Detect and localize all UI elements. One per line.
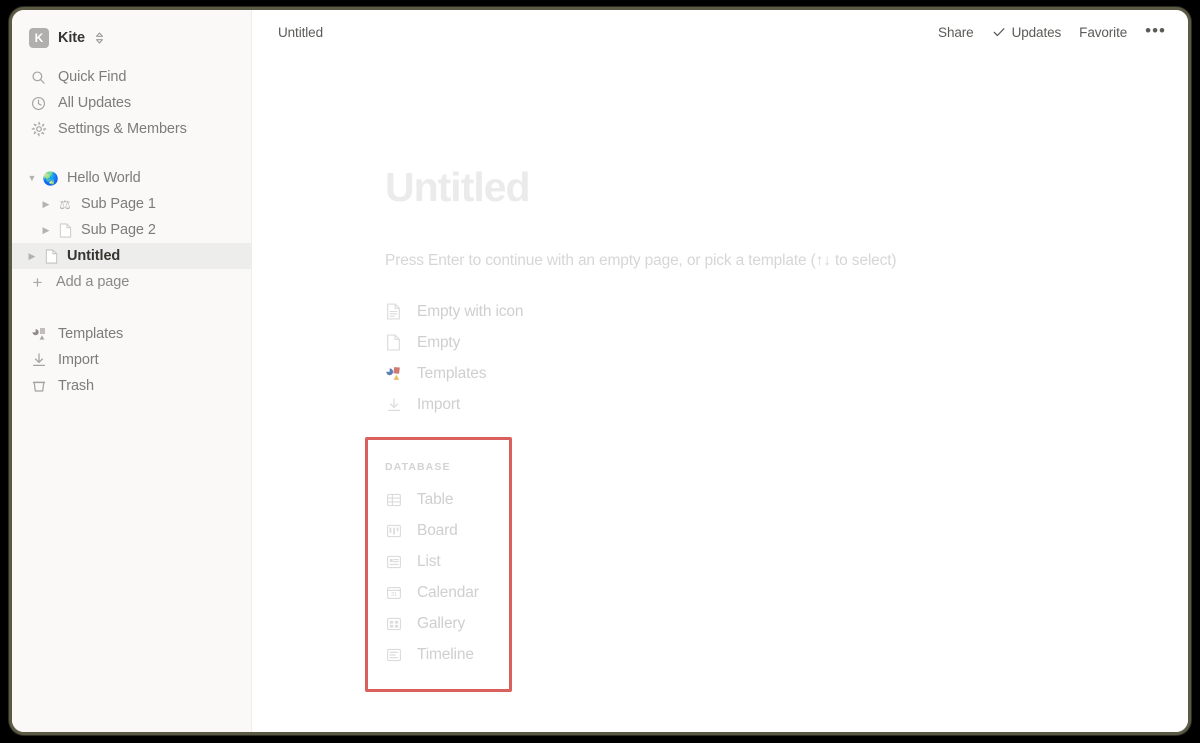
option-label: Board	[417, 521, 458, 539]
templates-color-icon	[385, 365, 402, 382]
option-label: Templates	[417, 364, 487, 382]
option-board[interactable]: Board	[385, 515, 512, 546]
table-icon	[385, 492, 402, 508]
sidebar-item-label: Import	[58, 352, 99, 368]
option-label: Gallery	[417, 614, 466, 632]
tree-item-sub-page-1[interactable]: ▶ ⚖ Sub Page 1	[12, 191, 251, 217]
tree-item-label: Sub Page 2	[81, 222, 156, 238]
chevron-right-icon[interactable]: ▶	[26, 251, 38, 261]
page-icon	[42, 248, 60, 264]
sidebar-bottom-nav: Templates Import Trash	[12, 321, 251, 399]
globe-emoji-icon: 🌏	[42, 170, 60, 186]
chevron-right-icon[interactable]: ▶	[40, 225, 52, 235]
sidebar: K Kite Quick Find All Updates Settings &…	[12, 10, 252, 732]
board-icon	[385, 523, 402, 539]
tree-item-label: Untitled	[67, 248, 121, 264]
tree-item-hello-world[interactable]: ▼ 🌏 Hello World	[12, 165, 251, 191]
timeline-icon	[385, 647, 402, 663]
sidebar-item-label: Templates	[58, 326, 124, 342]
share-label: Share	[938, 24, 974, 40]
database-section-label: DATABASE	[385, 461, 451, 473]
sidebar-item-label: Settings & Members	[58, 121, 187, 137]
sidebar-item-import[interactable]: Import	[12, 347, 251, 373]
app-window: K Kite Quick Find All Updates Settings &…	[9, 7, 1191, 735]
gear-icon	[30, 121, 47, 137]
plus-icon: +	[32, 272, 43, 292]
option-empty-with-icon[interactable]: Empty with icon	[385, 296, 1188, 327]
page-tree: ▼ 🌏 Hello World ▶ ⚖ Sub Page 1 ▶ Sub Pag…	[12, 165, 251, 295]
balance-scale-emoji-icon: ⚖	[59, 196, 71, 212]
option-label: Empty	[417, 333, 461, 351]
main-content: Untitled Share Updates Favorite ••• Unti…	[252, 10, 1188, 732]
sidebar-item-label: Quick Find	[58, 69, 127, 85]
option-list[interactable]: List	[385, 546, 512, 577]
option-calendar[interactable]: 31 Calendar	[385, 577, 512, 608]
page-lines-icon	[385, 303, 402, 320]
chevron-updown-icon	[95, 31, 104, 45]
favorite-label: Favorite	[1079, 24, 1128, 40]
desktop-background: K Kite Quick Find All Updates Settings &…	[0, 0, 1200, 743]
option-empty[interactable]: Empty	[385, 327, 1188, 358]
template-option-list: Empty with icon Empty Templates Import	[385, 296, 1188, 420]
option-templates[interactable]: Templates	[385, 358, 1188, 389]
tree-item-untitled[interactable]: ▶ Untitled	[12, 243, 251, 269]
check-icon	[992, 25, 1006, 39]
share-button[interactable]: Share	[938, 25, 974, 40]
tree-item-label: Sub Page 1	[81, 196, 156, 212]
search-icon	[30, 70, 47, 85]
updates-label: Updates	[1011, 24, 1062, 40]
import-icon	[30, 352, 47, 368]
option-gallery[interactable]: Gallery	[385, 608, 512, 639]
workspace-badge: K	[29, 28, 49, 48]
add-a-page-label: Add a page	[56, 274, 130, 290]
option-label: Timeline	[417, 645, 474, 663]
chevron-right-icon[interactable]: ▶	[40, 199, 52, 209]
trash-icon	[30, 378, 47, 394]
workspace-switcher[interactable]: K Kite	[12, 24, 251, 52]
option-label: Table	[417, 490, 454, 508]
templates-icon	[30, 326, 47, 342]
breadcrumb[interactable]: Untitled	[278, 25, 323, 40]
sidebar-item-trash[interactable]: Trash	[12, 373, 251, 399]
add-a-page-button[interactable]: + Add a page	[12, 269, 251, 295]
import-icon	[385, 397, 402, 413]
page-icon	[56, 222, 74, 238]
database-section: DATABASE Table Board List 31 Calendar Ga…	[365, 437, 512, 692]
page-body: Untitled Press Enter to continue with an…	[252, 54, 1188, 692]
calendar-icon: 31	[385, 585, 402, 601]
gallery-icon	[385, 616, 402, 632]
sidebar-item-quick-find[interactable]: Quick Find	[12, 64, 251, 90]
tree-item-label: Hello World	[67, 170, 141, 186]
option-label: Empty with icon	[417, 302, 524, 320]
sidebar-item-label: Trash	[58, 378, 95, 394]
svg-text:31: 31	[391, 592, 397, 598]
updates-button[interactable]: Updates	[992, 24, 1062, 40]
sidebar-item-templates[interactable]: Templates	[12, 321, 251, 347]
sidebar-nav: Quick Find All Updates Settings & Member…	[12, 64, 251, 142]
chevron-down-icon[interactable]: ▼	[26, 173, 38, 183]
option-label: Import	[417, 395, 461, 413]
page-hint-text: Press Enter to continue with an empty pa…	[385, 252, 897, 269]
favorite-button[interactable]: Favorite	[1079, 25, 1127, 40]
option-table[interactable]: Table	[385, 484, 512, 515]
top-bar: Untitled Share Updates Favorite •••	[252, 10, 1188, 54]
sidebar-item-settings-members[interactable]: Settings & Members	[12, 116, 251, 142]
sidebar-item-all-updates[interactable]: All Updates	[12, 90, 251, 116]
option-label: Calendar	[417, 583, 479, 601]
top-bar-actions: Share Updates Favorite •••	[938, 22, 1166, 42]
page-blank-icon	[385, 334, 402, 351]
clock-icon	[30, 96, 47, 111]
option-label: List	[417, 552, 441, 570]
more-horizontal-icon[interactable]: •••	[1145, 22, 1166, 42]
sidebar-item-label: All Updates	[58, 95, 132, 111]
workspace-name: Kite	[58, 30, 85, 46]
tree-item-sub-page-2[interactable]: ▶ Sub Page 2	[12, 217, 251, 243]
page-title[interactable]: Untitled	[385, 167, 1188, 208]
option-timeline[interactable]: Timeline	[385, 639, 512, 670]
list-icon	[385, 554, 402, 570]
option-import[interactable]: Import	[385, 389, 1188, 420]
